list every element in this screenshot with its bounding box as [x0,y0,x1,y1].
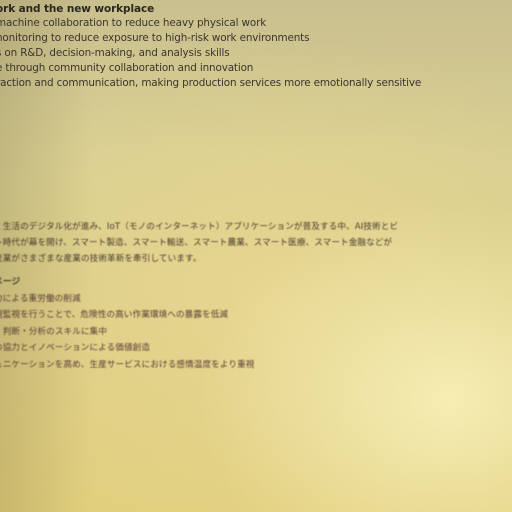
english-list: machine collaboration to reduce heavy ph… [0,16,512,91]
english-list-item: raction and communication, making produc… [0,77,422,90]
english-list-item: e through community collaboration and in… [0,62,254,75]
japanese-heading: メージ [0,277,21,287]
english-heading: ork and the new workplace [0,3,155,15]
japanese-list-item: の協力とイノベーションによる価値創造 [0,343,151,354]
japanese-list-item: 視監視を行うことで、危険性の高い作業環境への暴露を低減 [0,310,229,321]
japanese-paragraph-line: ト時代が幕を開け、スマート製造、スマート輸送、スマート農業、スマート医療、スマー… [0,238,393,248]
japanese-list-item: ュニケーションを高め、生産サービスにおける感情温度をより重視 [0,359,255,370]
japanese-section: く生活のデジタル化が進み、IoT（モノのインターネット）アプリケーションが普及す… [0,219,512,373]
japanese-paragraph-line: 産業がさまざまな産業の技術革新を牽引しています。 [0,254,202,264]
japanese-list: 力による重労働の削減 視監視を行うことで、危険性の高い作業環境への暴露を低減 ・… [0,291,512,373]
english-list-item: nonitoring to reduce exposure to high-ri… [0,32,310,45]
english-section: ork and the new workplace machine collab… [0,2,512,91]
english-list-item: machine collaboration to reduce heavy ph… [0,17,267,29]
english-list-item: s on R&D, decision-making, and analysis … [0,47,230,60]
japanese-list-item: 力による重労働の削減 [0,294,81,304]
japanese-paragraph-line: く生活のデジタル化が進み、IoT（モノのインターネット）アプリケーションが普及す… [0,222,399,232]
japanese-list-item: ・判断・分析のスキルに集中 [0,326,108,337]
